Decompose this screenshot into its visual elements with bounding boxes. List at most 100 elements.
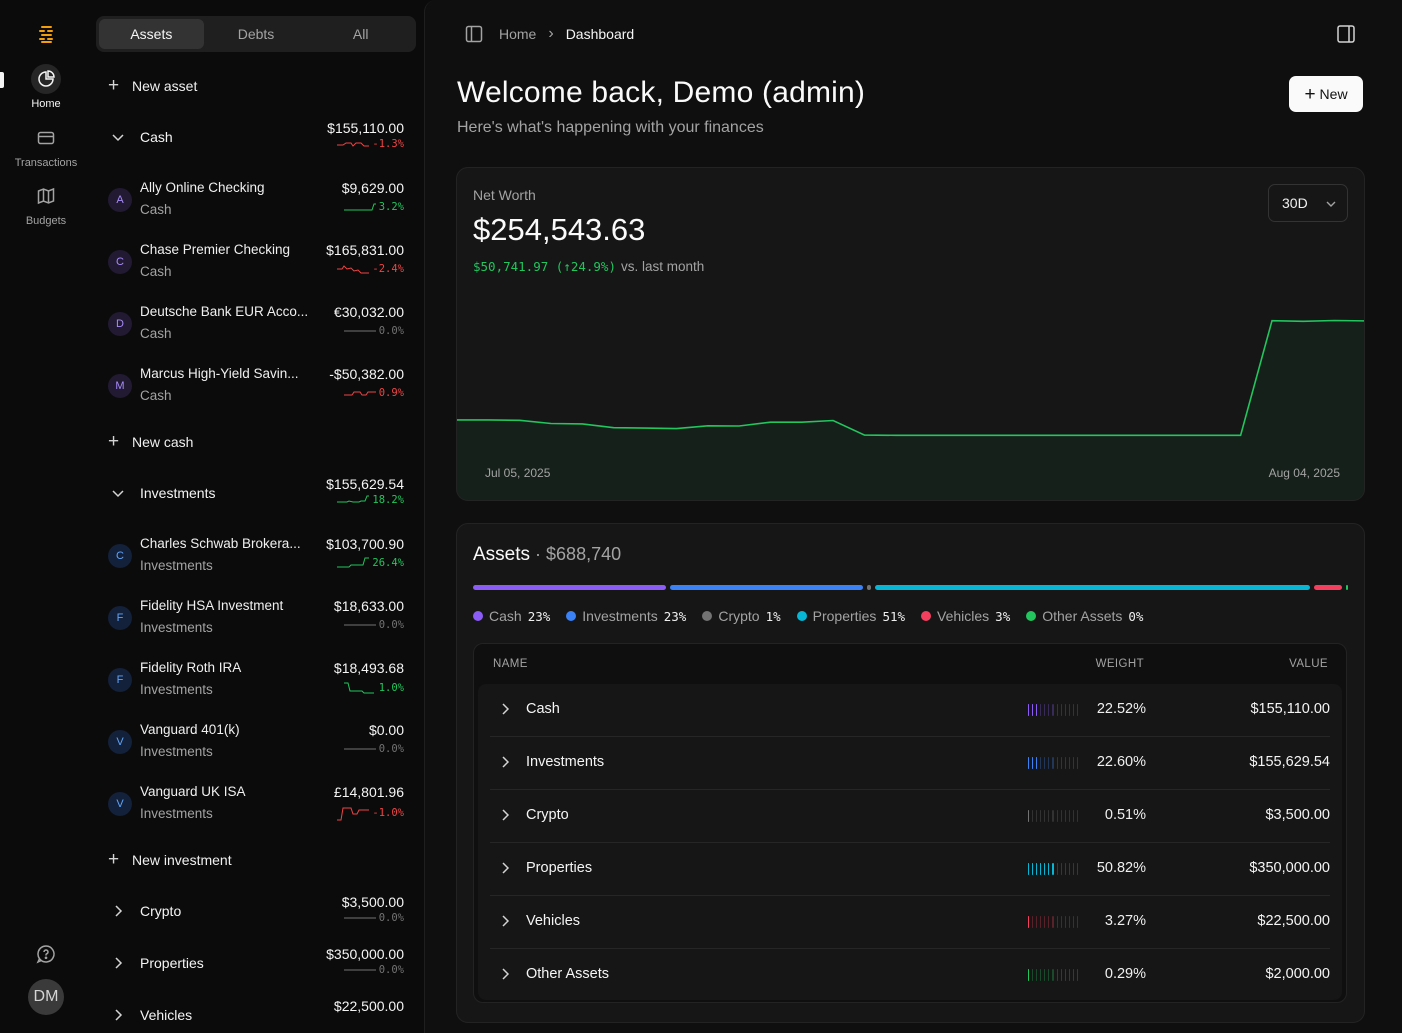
group-amount: $155,629.54 xyxy=(326,476,404,492)
table-row[interactable]: Vehicles 3.27% $22,500.00 xyxy=(490,896,1330,949)
account-change: 0.0% xyxy=(343,743,404,755)
nav-item-transactions[interactable]: Transactions xyxy=(6,123,86,169)
new-investment-button[interactable]: + New investment xyxy=(108,848,232,872)
weight-tick xyxy=(1044,916,1046,928)
new-cash-label: New cash xyxy=(132,434,194,450)
weight-tick xyxy=(1076,810,1079,822)
weight-tick xyxy=(1028,863,1030,875)
new-asset-button[interactable]: + New asset xyxy=(108,74,197,98)
assets-title-text: Assets xyxy=(473,544,531,565)
table-row[interactable]: Other Assets 0.29% $2,000.00 xyxy=(490,949,1330,1002)
account-row[interactable]: C Charles Schwab Brokera... Investments … xyxy=(108,532,404,580)
tab-assets[interactable]: Assets xyxy=(99,19,204,49)
weight-tick xyxy=(1052,704,1054,716)
account-avatar: V xyxy=(108,730,132,754)
net-worth-label: Net Worth xyxy=(473,187,536,203)
tab-all[interactable]: All xyxy=(308,19,413,49)
tab-debts[interactable]: Debts xyxy=(204,19,309,49)
weight-tick xyxy=(1068,969,1070,981)
logo-icon[interactable] xyxy=(36,24,56,44)
allocation-segment xyxy=(1345,585,1349,590)
account-type: Investments xyxy=(140,806,213,821)
group-crypto[interactable]: Crypto $3,500.00 0.0% xyxy=(108,890,404,934)
legend-dot xyxy=(473,611,483,621)
chevron-right-icon[interactable] xyxy=(498,755,512,769)
weight-meter xyxy=(1028,863,1079,875)
account-avatar: C xyxy=(108,250,132,274)
weight-tick xyxy=(1072,757,1074,769)
sparkline-icon xyxy=(343,624,376,626)
sidebar-toggle-icon[interactable] xyxy=(465,25,483,43)
account-name: Deutsche Bank EUR Acco... xyxy=(140,304,309,319)
account-row[interactable]: M Marcus High-Yield Savin... Cash -$50,3… xyxy=(108,362,404,410)
chevron-right-icon[interactable] xyxy=(498,861,512,875)
sparkline-icon xyxy=(343,748,376,750)
legend-dot xyxy=(796,611,807,621)
table-row[interactable]: Crypto 0.51% $3,500.00 xyxy=(490,790,1330,843)
weight-tick xyxy=(1076,704,1079,716)
nav-item-home[interactable]: Home xyxy=(6,64,86,110)
row-name: Properties xyxy=(526,860,593,876)
row-value: $155,629.54 xyxy=(1249,754,1330,770)
legend-dot xyxy=(1026,611,1037,621)
account-change-value: -2.4% xyxy=(372,263,404,275)
weight-tick xyxy=(1036,757,1038,769)
table-row[interactable]: Investments 22.60% $155,629.54 xyxy=(490,737,1330,790)
group-investments[interactable]: Investments $155,629.54 18.2% xyxy=(108,472,404,516)
weight-tick xyxy=(1028,810,1030,822)
account-change-value: 0.0% xyxy=(378,619,404,631)
account-row[interactable]: V Vanguard 401(k) Investments $0.00 0.0% xyxy=(108,718,404,766)
account-avatar: C xyxy=(108,544,132,568)
user-avatar[interactable]: DM xyxy=(28,979,64,1015)
account-change-value: 26.4% xyxy=(372,557,404,569)
chevron-right-icon[interactable] xyxy=(498,702,512,716)
group-properties[interactable]: Properties $350,000.00 0.0% xyxy=(108,942,404,986)
group-cash[interactable]: Cash $155,110.00 -1.3% xyxy=(108,116,404,160)
table-row[interactable]: Properties 50.82% $350,000.00 xyxy=(490,843,1330,896)
group-vehicles[interactable]: Vehicles $22,500.00 xyxy=(108,994,404,1033)
allocation-segment xyxy=(875,585,1310,590)
weight-meter xyxy=(1028,916,1079,928)
account-row[interactable]: F Fidelity Roth IRA Investments $18,493.… xyxy=(108,656,404,704)
weight-tick xyxy=(1044,757,1046,769)
weight-tick xyxy=(1056,810,1058,822)
row-weight: 50.82% xyxy=(1096,860,1146,876)
breadcrumb-home[interactable]: Home xyxy=(499,26,536,42)
help-icon[interactable] xyxy=(36,944,56,964)
sparkline-icon xyxy=(343,391,376,396)
weight-tick xyxy=(1068,810,1070,822)
weight-tick xyxy=(1040,704,1042,716)
main-content: Home › Dashboard Welcome back, Demo (adm… xyxy=(424,0,1402,1033)
weight-tick xyxy=(1076,916,1079,928)
net-worth-chart[interactable] xyxy=(457,278,1365,501)
chevron-down-icon xyxy=(1326,201,1336,207)
weight-tick xyxy=(1076,863,1079,875)
table-row[interactable]: Cash 22.52% $155,110.00 xyxy=(490,684,1330,737)
chevron-right-icon[interactable] xyxy=(498,808,512,822)
group-name: Vehicles xyxy=(140,1007,193,1023)
account-change: -1.0% xyxy=(337,805,404,821)
period-select[interactable]: 30D xyxy=(1268,184,1348,222)
chart-end-date: Aug 04, 2025 xyxy=(1268,466,1340,480)
account-avatar: F xyxy=(108,606,132,630)
account-row[interactable]: A Ally Online Checking Cash $9,629.00 3.… xyxy=(108,176,404,224)
account-type: Cash xyxy=(140,388,172,403)
account-row[interactable]: V Vanguard UK ISA Investments £14,801.96… xyxy=(108,780,404,828)
weight-tick xyxy=(1048,757,1050,769)
chevron-right-icon[interactable] xyxy=(498,914,512,928)
account-row[interactable]: F Fidelity HSA Investment Investments $1… xyxy=(108,594,404,642)
column-header-name: NAME xyxy=(493,658,528,670)
chevron-right-icon[interactable] xyxy=(498,967,512,981)
new-button[interactable]: + New xyxy=(1289,76,1363,112)
right-panel-toggle-icon[interactable] xyxy=(1336,24,1356,44)
account-row[interactable]: C Chase Premier Checking Cash $165,831.0… xyxy=(108,238,404,286)
account-amount: $103,700.90 xyxy=(326,536,404,552)
nav-item-budgets[interactable]: Budgets xyxy=(6,181,86,227)
legend-item: Properties 51% xyxy=(796,608,905,624)
account-name: Vanguard UK ISA xyxy=(140,784,246,799)
new-cash-button[interactable]: + New cash xyxy=(108,430,193,454)
weight-tick xyxy=(1036,969,1038,981)
weight-tick xyxy=(1032,757,1034,769)
account-row[interactable]: D Deutsche Bank EUR Acco... Cash €30,032… xyxy=(108,300,404,348)
weight-tick xyxy=(1048,704,1050,716)
